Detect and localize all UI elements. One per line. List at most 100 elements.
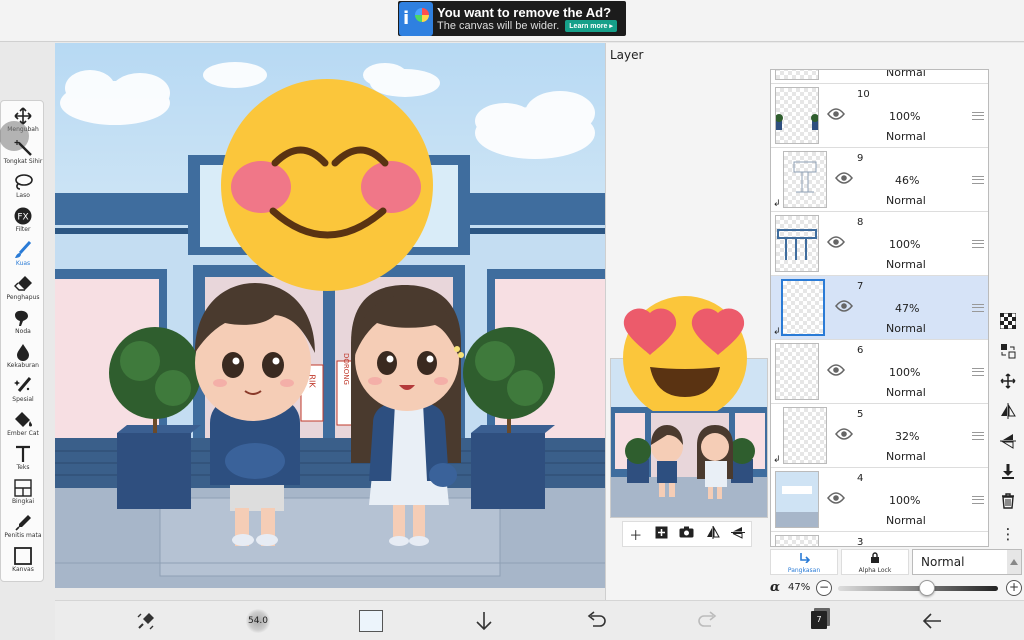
add-layer-box-icon[interactable] (652, 526, 670, 543)
layer-number: 10 (857, 89, 870, 100)
app-screen: i You want to remove the Ad? The canvas … (0, 0, 1024, 640)
eye-icon[interactable] (827, 492, 845, 504)
merge-down-icon[interactable] (994, 459, 1022, 489)
camera-icon[interactable] (678, 526, 696, 542)
tool-text[interactable]: Teks (1, 445, 45, 471)
flip-layer-horizontal-icon[interactable] (994, 399, 1022, 429)
opacity-slider-knob[interactable] (919, 580, 936, 596)
add-layer-icon[interactable]: ＋ (627, 525, 645, 544)
eye-icon[interactable] (827, 236, 845, 248)
tool-canvas[interactable]: Kanvas (1, 547, 45, 573)
blend-mode-select[interactable]: Normal (912, 549, 1022, 575)
layer-row[interactable]: ↲ 5 32% Normal (771, 404, 988, 468)
color-swatch[interactable] (359, 610, 383, 632)
drag-handle-icon[interactable] (972, 368, 984, 376)
thumbnail-toolbar: ＋ (622, 521, 752, 547)
alpha-lock-button[interactable]: Alpha Lock (841, 549, 909, 575)
layer-side-tools: ⋮ (994, 309, 1022, 553)
layer-number: 7 (857, 281, 864, 292)
clipping-button[interactable]: Pangkasan (770, 549, 838, 575)
brush-size-indicator[interactable]: 54.0 (245, 609, 271, 633)
drag-handle-icon[interactable] (972, 496, 984, 504)
bottom-toolbar: 54.0 7 (55, 600, 1024, 640)
sparkle-brush-icon (13, 377, 33, 395)
move-icon[interactable] (994, 369, 1022, 399)
tool-special[interactable]: Spesial (1, 377, 45, 403)
panel-title: Layer (610, 48, 644, 62)
drag-handle-icon[interactable] (972, 240, 984, 248)
eye-icon[interactable] (827, 364, 845, 376)
down-arrow-icon[interactable] (473, 610, 495, 632)
more-options-icon[interactable]: ⋮ (994, 519, 1022, 549)
layer-row[interactable]: ↲ 9 46% Normal (771, 148, 988, 212)
tool-fill[interactable]: Ember Cat (1, 411, 45, 437)
eye-icon[interactable] (835, 428, 853, 440)
tool-label: Ember Cat (7, 430, 39, 437)
layer-number: 5 (857, 409, 864, 420)
drag-handle-icon[interactable] (972, 304, 984, 312)
layer-blend-mode: Normal (886, 258, 926, 271)
clipping-arrow-icon: ↲ (773, 327, 781, 337)
tool-brush[interactable]: Kuas (1, 240, 45, 267)
opacity-slider-track[interactable] (838, 586, 998, 591)
layer-number: 4 (857, 473, 864, 484)
layer-thumbnail (775, 343, 819, 400)
layer-transfer-icon[interactable] (994, 339, 1022, 369)
tool-eraser[interactable]: Penghapus (1, 275, 45, 301)
layer-row[interactable]: 10 100% Normal (771, 84, 988, 148)
tool-label: Spesial (12, 396, 34, 403)
drag-handle-icon[interactable] (972, 176, 984, 184)
layer-thumbnail (775, 70, 819, 80)
alpha-value: 47% (788, 582, 811, 593)
back-arrow-icon[interactable] (921, 610, 943, 632)
lasso-icon (13, 173, 33, 191)
undo-icon[interactable] (585, 610, 607, 632)
layer-opacity: 32% (895, 430, 920, 443)
layer-list[interactable]: Normal 10 100% Normal ↲ 9 46% Normal 8 1… (770, 69, 989, 547)
layer-row[interactable]: Normal (771, 69, 988, 84)
trash-icon[interactable] (994, 489, 1022, 519)
tool-smudge[interactable]: Noda (1, 309, 45, 335)
layer-opacity: 100% (889, 110, 921, 123)
eye-icon[interactable] (835, 172, 853, 184)
brush-eraser-swap-icon[interactable] (135, 610, 157, 632)
tool-blur[interactable]: Kekaburan (1, 343, 45, 369)
tool-label: Teks (16, 464, 30, 471)
tool-bar: Mengubah Tongkat Sihir Laso FX Filter Ku (0, 100, 44, 582)
layer-blend-mode: Normal (886, 450, 926, 463)
checkerboard-icon[interactable] (994, 309, 1022, 339)
text-icon (13, 445, 33, 463)
eyedropper-icon (13, 513, 33, 531)
ad-learn-more-button[interactable]: Learn more ▸ (565, 20, 617, 32)
clipping-arrow-icon: ↲ (773, 455, 781, 465)
ad-subtitle: The canvas will be wider. (437, 20, 560, 32)
layer-row[interactable]: 4 100% Normal (771, 468, 988, 532)
eye-icon[interactable] (835, 300, 853, 312)
layer-row[interactable]: 3 (771, 532, 988, 546)
drawing-canvas[interactable]: RIK DORONG (55, 43, 605, 588)
flip-layer-vertical-icon[interactable] (994, 429, 1022, 459)
layer-row[interactable]: 8 100% Normal (771, 212, 988, 276)
flip-vertical-icon[interactable] (729, 526, 747, 543)
flip-horizontal-icon[interactable] (704, 525, 722, 543)
drag-handle-icon[interactable] (972, 432, 984, 440)
layer-row[interactable]: 6 100% Normal (771, 340, 988, 404)
layer-row-selected[interactable]: ↲ 7 47% Normal (771, 276, 988, 340)
eye-icon[interactable] (827, 108, 845, 120)
tool-frame[interactable]: Bingkai (1, 479, 45, 505)
layer-blend-mode: Normal (886, 69, 926, 79)
redo-icon[interactable] (697, 610, 719, 632)
layer-opacity: 47% (895, 302, 920, 315)
tool-label: Kuas (15, 260, 31, 267)
layer-opacity: 100% (889, 494, 921, 507)
increase-opacity-button[interactable]: + (1006, 580, 1022, 596)
drag-handle-icon[interactable] (972, 112, 984, 120)
tool-magic-wand[interactable]: Tongkat Sihir (1, 139, 45, 165)
tool-lasso[interactable]: Laso (1, 173, 45, 199)
decrease-opacity-button[interactable]: − (816, 580, 832, 596)
tool-eyedropper[interactable]: Penitis mata (1, 513, 45, 539)
layer-count-badge[interactable]: 7 (811, 611, 827, 629)
tool-filter[interactable]: FX Filter (1, 207, 45, 233)
ad-banner[interactable]: i You want to remove the Ad? The canvas … (398, 1, 626, 36)
smiling-emoji (221, 79, 433, 291)
